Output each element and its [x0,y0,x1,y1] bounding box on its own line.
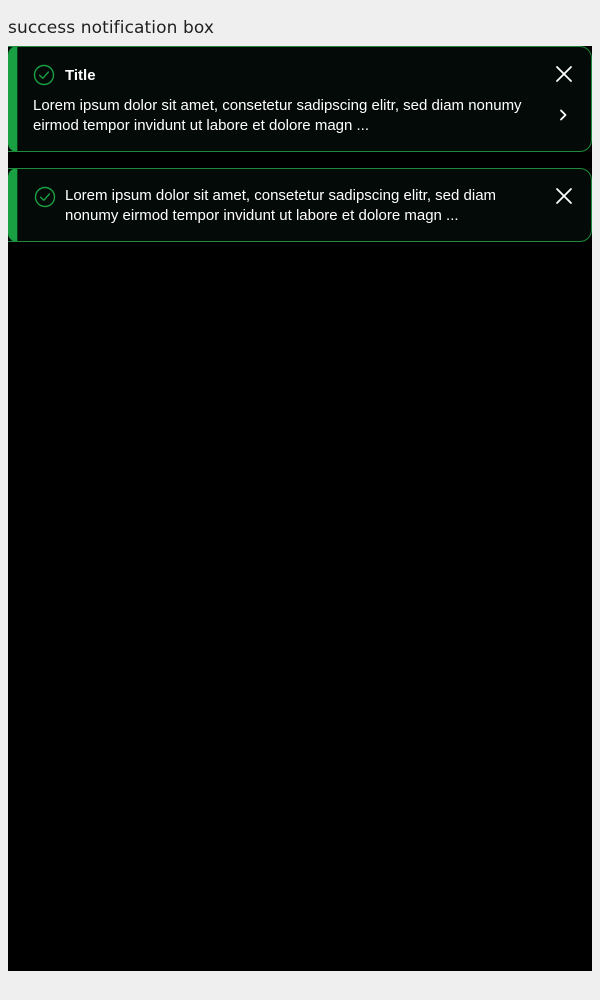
notification-message: Lorem ipsum dolor sit amet, consetetur s… [33,97,522,134]
page-title: success notification box [8,18,215,38]
notification-title: Title [65,67,96,84]
check-circle-icon [34,186,56,208]
check-circle-icon [33,64,55,86]
success-notification: Lorem ipsum dolor sit amet, consetetur s… [8,168,592,242]
success-notification-with-title: Title Lorem ipsum dolor sit amet, conset… [8,46,592,152]
preview-canvas: Title Lorem ipsum dolor sit amet, conset… [8,46,592,971]
chevron-right-icon[interactable] [555,105,571,125]
notification-message: Lorem ipsum dolor sit amet, consetetur s… [65,187,497,224]
close-icon[interactable] [552,184,576,208]
close-icon[interactable] [552,62,576,86]
